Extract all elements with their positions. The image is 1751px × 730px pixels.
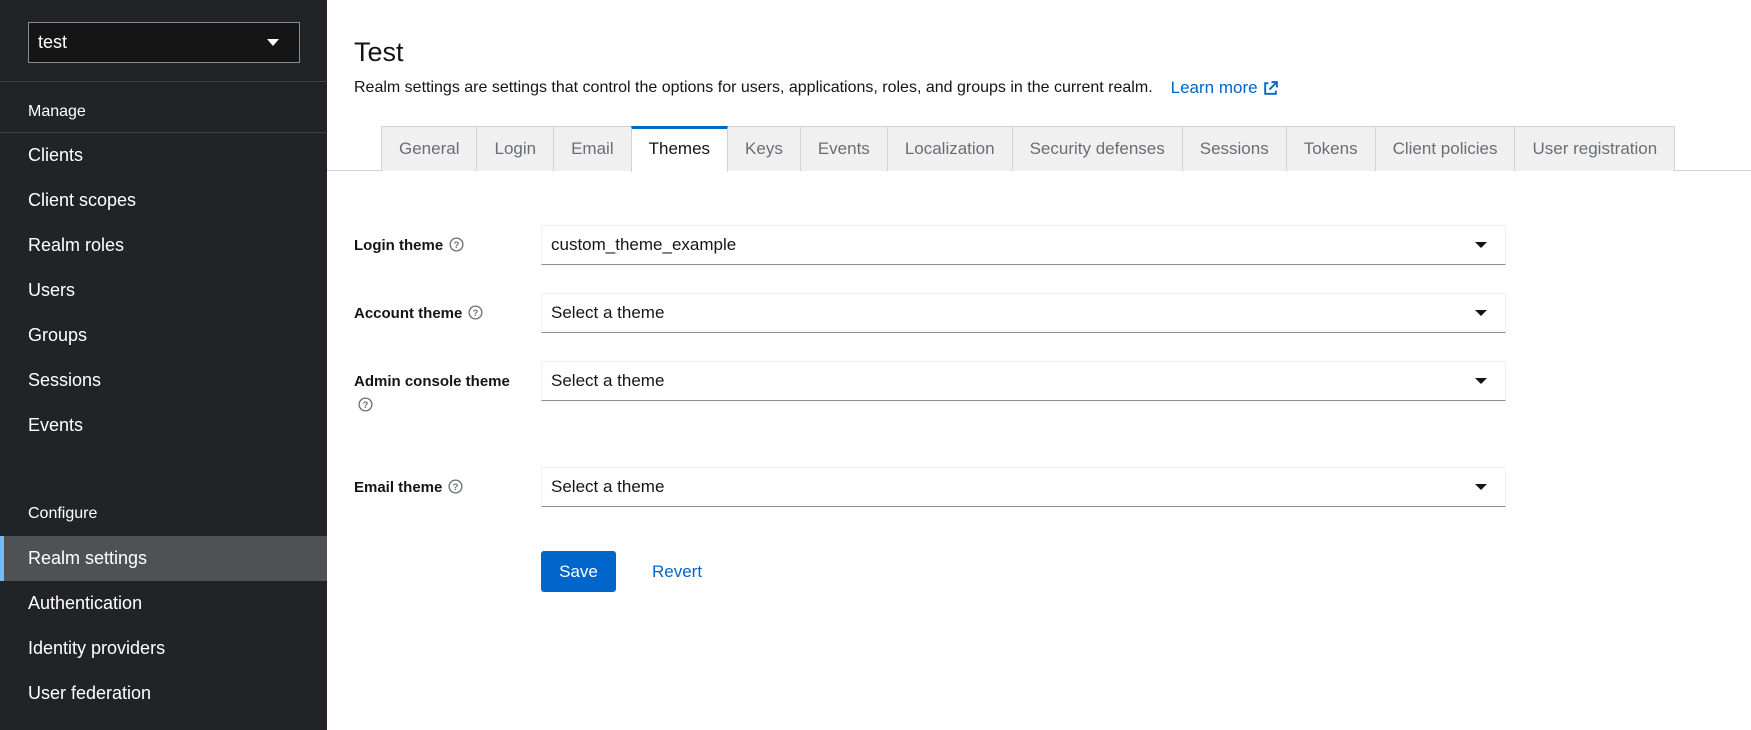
page-description: Realm settings are settings that control… <box>354 79 1153 96</box>
tab-keys[interactable]: Keys <box>727 126 801 171</box>
themes-form: Login theme? custom_theme_example Accoun… <box>354 225 1534 535</box>
caret-down-icon <box>1475 242 1487 248</box>
form-actions: Save Revert <box>541 551 712 592</box>
caret-down-icon <box>267 39 279 46</box>
tab-login[interactable]: Login <box>476 126 555 171</box>
help-icon[interactable]: ? <box>358 397 373 419</box>
caret-down-icon <box>1475 378 1487 384</box>
caret-down-icon <box>1475 484 1487 490</box>
external-link-icon <box>1263 80 1278 95</box>
sidebar-item-user-federation[interactable]: User federation <box>0 671 327 716</box>
nav-list-manage: Clients Client scopes Realm roles Users … <box>0 133 327 448</box>
sidebar-item-authentication[interactable]: Authentication <box>0 581 327 626</box>
tab-user-registration[interactable]: User registration <box>1514 126 1676 171</box>
tab-tokens[interactable]: Tokens <box>1285 126 1376 171</box>
sidebar-item-events[interactable]: Events <box>0 403 327 448</box>
nav-section-manage: Manage <box>0 82 327 133</box>
tab-client-policies[interactable]: Client policies <box>1374 126 1516 171</box>
admin-console-theme-select[interactable]: Select a theme <box>541 361 1506 401</box>
email-theme-label: Email theme <box>354 479 443 496</box>
account-theme-label: Account theme <box>354 305 463 322</box>
learn-more-label: Learn more <box>1170 78 1258 97</box>
realm-selector-wrapper: test <box>0 0 327 82</box>
form-row-login-theme: Login theme? custom_theme_example <box>354 225 1534 265</box>
login-theme-select[interactable]: custom_theme_example <box>541 225 1506 265</box>
form-row-account-theme: Account theme? Select a theme <box>354 293 1534 333</box>
tab-security-defenses[interactable]: Security defenses <box>1011 126 1183 171</box>
login-theme-label-group: Login theme? <box>354 225 541 259</box>
main-content: Test Realm settings are settings that co… <box>327 0 1751 730</box>
caret-down-icon <box>1475 310 1487 316</box>
svg-text:?: ? <box>453 482 459 492</box>
revert-button[interactable]: Revert <box>642 562 712 582</box>
page-header: Test Realm settings are settings that co… <box>327 0 1751 98</box>
account-theme-label-group: Account theme? <box>354 293 541 327</box>
svg-text:?: ? <box>363 400 369 410</box>
save-button[interactable]: Save <box>541 551 616 592</box>
help-icon[interactable]: ? <box>468 305 483 327</box>
sidebar: test Manage Clients Client scopes Realm … <box>0 0 327 730</box>
realm-selector[interactable]: test <box>28 22 300 63</box>
app-root: test Manage Clients Client scopes Realm … <box>0 0 1751 730</box>
realm-settings-tabs: General Login Email Themes Keys Events L… <box>381 126 1676 172</box>
sidebar-item-client-scopes[interactable]: Client scopes <box>0 178 327 223</box>
sidebar-item-identity-providers[interactable]: Identity providers <box>0 626 327 671</box>
login-theme-value: custom_theme_example <box>551 235 737 254</box>
page-title: Test <box>354 37 404 67</box>
email-theme-label-group: Email theme? <box>354 467 541 501</box>
tab-themes[interactable]: Themes <box>630 126 729 172</box>
form-row-admin-console-theme: Admin console theme ? Select a theme <box>354 361 1534 419</box>
realm-selector-value: test <box>38 32 68 52</box>
nav-list-configure: Realm settings Authentication Identity p… <box>0 536 327 716</box>
admin-console-theme-label-group: Admin console theme ? <box>354 361 541 419</box>
sidebar-item-clients[interactable]: Clients <box>0 133 327 178</box>
help-icon[interactable]: ? <box>449 237 464 259</box>
account-theme-value: Select a theme <box>551 303 665 322</box>
form-row-email-theme: Email theme? Select a theme <box>354 467 1534 507</box>
sidebar-item-groups[interactable]: Groups <box>0 313 327 358</box>
sidebar-item-sessions[interactable]: Sessions <box>0 358 327 403</box>
nav-section-configure: Configure <box>28 505 98 522</box>
tab-general[interactable]: General <box>381 126 478 171</box>
tab-events[interactable]: Events <box>799 126 888 171</box>
admin-console-theme-label: Admin console theme <box>354 373 510 390</box>
sidebar-item-users[interactable]: Users <box>0 268 327 313</box>
admin-console-theme-value: Select a theme <box>551 371 665 390</box>
email-theme-value: Select a theme <box>551 477 665 496</box>
learn-more-link[interactable]: Learn more <box>1171 78 1279 98</box>
sidebar-item-realm-settings[interactable]: Realm settings <box>0 536 327 581</box>
svg-text:?: ? <box>454 240 460 250</box>
email-theme-select[interactable]: Select a theme <box>541 467 1506 507</box>
page-description-row: Realm settings are settings that control… <box>354 78 1751 98</box>
tabs-bar: General Login Email Themes Keys Events L… <box>327 126 1751 172</box>
help-icon[interactable]: ? <box>448 479 463 501</box>
tab-sessions[interactable]: Sessions <box>1181 126 1287 171</box>
svg-text:?: ? <box>473 308 479 318</box>
sidebar-item-realm-roles[interactable]: Realm roles <box>0 223 327 268</box>
account-theme-select[interactable]: Select a theme <box>541 293 1506 333</box>
tab-localization[interactable]: Localization <box>886 126 1013 171</box>
tab-email[interactable]: Email <box>553 126 632 171</box>
login-theme-label: Login theme <box>354 237 444 254</box>
